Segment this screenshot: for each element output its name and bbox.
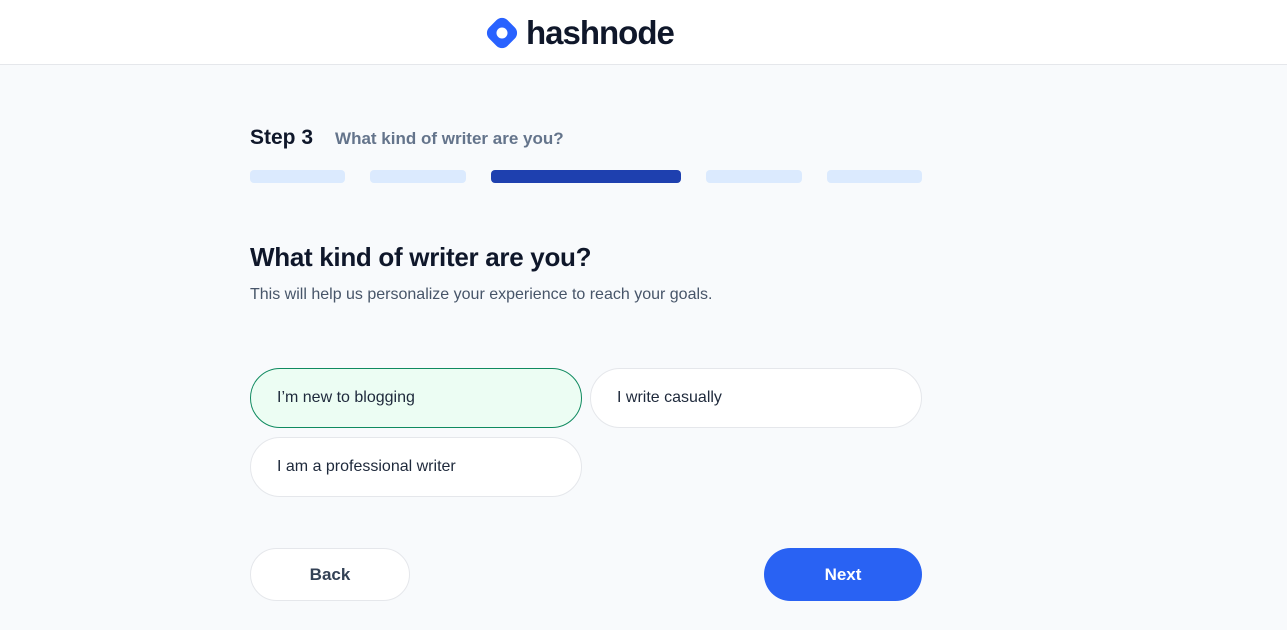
step-subtitle: What kind of writer are you? [335, 129, 564, 148]
progress-bar [250, 170, 922, 183]
hashnode-logo[interactable]: hashnode [484, 13, 675, 53]
option-label: I’m new to blogging [277, 389, 415, 406]
progress-step-1 [250, 170, 345, 183]
option-label: I write casually [617, 389, 722, 406]
option-label: I am a professional writer [277, 458, 456, 475]
progress-step-2 [370, 170, 466, 183]
back-button-label: Back [309, 564, 351, 584]
step-header: Step 3 What kind of writer are you? [250, 126, 564, 150]
progress-step-5 [827, 170, 922, 183]
option-new-to-blogging[interactable]: I’m new to blogging [250, 368, 582, 428]
next-button[interactable]: Next [764, 548, 922, 601]
back-button[interactable]: Back [250, 548, 410, 601]
page-description: This will help us personalize your exper… [250, 286, 713, 303]
hashnode-logo-icon [486, 17, 518, 49]
next-button-label: Next [824, 564, 862, 584]
progress-step-3 [491, 170, 681, 183]
step-label: Step 3 [250, 126, 314, 149]
brand-name: hashnode [526, 14, 675, 51]
option-write-casually[interactable]: I write casually [590, 368, 922, 428]
page-title: What kind of writer are you? [250, 242, 592, 272]
top-bar: hashnode [0, 0, 1287, 65]
option-professional-writer[interactable]: I am a professional writer [250, 437, 582, 497]
progress-step-4 [706, 170, 802, 183]
